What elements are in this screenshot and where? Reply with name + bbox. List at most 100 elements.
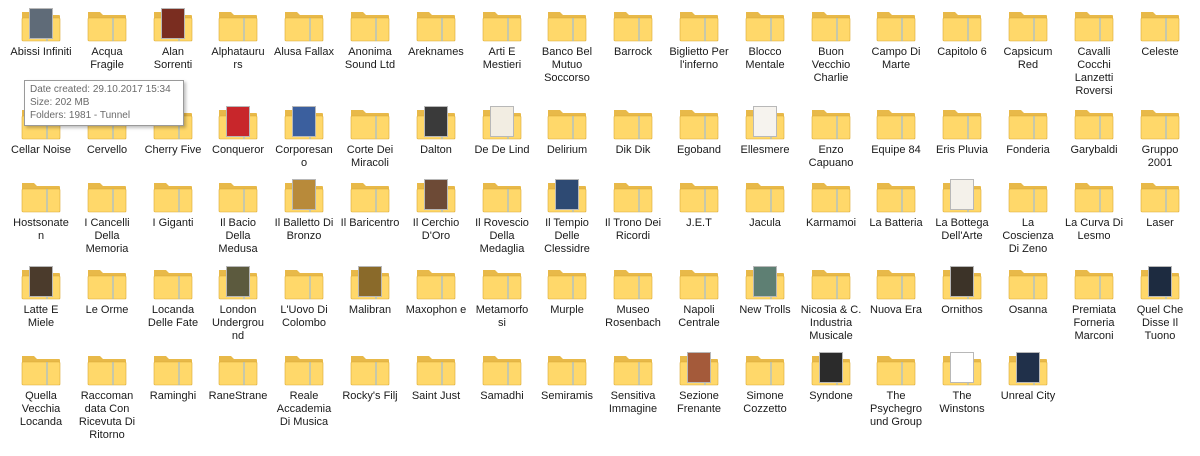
folder-item[interactable]: La Batteria — [865, 177, 927, 230]
folder-item[interactable]: Malibran — [339, 264, 401, 317]
tooltip-date-created: Date created: 29.10.2017 15:34 — [30, 84, 171, 95]
folder-item[interactable]: Conqueror — [207, 104, 269, 157]
folder-item[interactable]: J.E.T — [668, 177, 730, 230]
folder-item[interactable]: Maxophon e — [405, 264, 467, 317]
folder-item[interactable]: Napoli Centrale — [668, 264, 730, 330]
folder-item[interactable]: Equipe 84 — [865, 104, 927, 157]
folder-item[interactable]: Il Baricentro — [339, 177, 401, 230]
folder-icon — [545, 177, 589, 215]
folder-item[interactable]: Corporesan o — [273, 104, 335, 170]
folder-label: Rocky's Filj — [342, 390, 398, 402]
folder-item[interactable]: Gruppo 2001 — [1129, 104, 1191, 170]
folder-item[interactable]: Abissi Infiniti — [10, 6, 72, 59]
folder-item[interactable]: RaneStrane — [207, 350, 269, 403]
folder-item[interactable]: Karmamoi — [800, 177, 862, 230]
folder-item[interactable]: Saint Just — [405, 350, 467, 403]
folder-label: Conqueror — [212, 144, 264, 156]
folder-item[interactable]: Metamorfo si — [471, 264, 533, 330]
folder-item[interactable]: L'Uovo Di Colombo — [273, 264, 335, 330]
folder-item[interactable]: Ellesmere — [734, 104, 796, 157]
folder-item[interactable]: Raminghi — [142, 350, 204, 403]
folder-item[interactable]: Syndone — [800, 350, 862, 403]
folder-item[interactable]: Corte Dei Miracoli — [339, 104, 401, 170]
folder-item[interactable]: Hostsonate n — [10, 177, 72, 243]
folder-item[interactable]: De De Lind — [471, 104, 533, 157]
folder-item[interactable]: Celeste — [1129, 6, 1191, 59]
folder-item[interactable]: La Coscienza Di Zeno — [997, 177, 1059, 256]
folder-item[interactable]: Samadhi — [471, 350, 533, 403]
folder-item[interactable]: Dik Dik — [602, 104, 664, 157]
folder-item[interactable]: Biglietto Per l'inferno — [668, 6, 730, 72]
folder-item[interactable]: Il Balletto Di Bronzo — [273, 177, 335, 243]
folder-item[interactable]: Dalton — [405, 104, 467, 157]
folder-item[interactable]: Simone Cozzetto — [734, 350, 796, 416]
folder-item[interactable]: I Cancelli Della Memoria — [76, 177, 138, 256]
folder-item[interactable]: Enzo Capuano — [800, 104, 862, 170]
folder-item[interactable]: Ornithos — [931, 264, 993, 317]
folder-icon — [1072, 104, 1116, 142]
folder-item[interactable]: Nuova Era — [865, 264, 927, 317]
folder-item[interactable]: Buon Vecchio Charlie — [800, 6, 862, 85]
folder-item[interactable]: Areknames — [405, 6, 467, 59]
folder-label: Il Tempio Delle Clessidre — [544, 217, 590, 255]
folder-item[interactable]: Il Trono Dei Ricordi — [602, 177, 664, 243]
folder-item[interactable]: Quel Che Disse Il Tuono — [1129, 264, 1191, 343]
folder-item[interactable]: Jacula — [734, 177, 796, 230]
folder-item[interactable]: Capsicum Red — [997, 6, 1059, 72]
folder-label: London Undergrou nd — [212, 304, 264, 342]
folder-item[interactable]: Eris Pluvia — [931, 104, 993, 157]
folder-item[interactable]: The Psychegro und Group — [865, 350, 927, 429]
folder-item[interactable]: Sensitiva Immagine — [602, 350, 664, 416]
folder-item[interactable]: Latte E Miele — [10, 264, 72, 330]
folder-item[interactable]: New Trolls — [734, 264, 796, 317]
folder-item[interactable]: Raccoman data Con Ricevuta Di Ritorno — [76, 350, 138, 442]
folder-label: Cellar Noise — [11, 144, 71, 156]
folder-item[interactable]: Le Orme — [76, 264, 138, 317]
folder-item[interactable]: Arti E Mestieri — [471, 6, 533, 72]
folder-item[interactable]: Locanda Delle Fate — [142, 264, 204, 330]
folder-item[interactable]: Reale Accademia Di Musica — [273, 350, 335, 429]
folder-item[interactable]: Semiramis — [536, 350, 598, 403]
folder-icon — [940, 6, 984, 44]
folder-item[interactable]: Blocco Mentale — [734, 6, 796, 72]
folder-label: Banco Bel Mutuo Soccorso — [541, 46, 593, 84]
folder-item[interactable]: Fonderia — [997, 104, 1059, 157]
folder-item[interactable]: Delirium — [536, 104, 598, 157]
folder-item[interactable]: Anonima Sound Ltd — [339, 6, 401, 72]
folder-item[interactable]: Barrock — [602, 6, 664, 59]
folder-item[interactable]: London Undergrou nd — [207, 264, 269, 343]
folder-item[interactable]: Alphatauru rs — [207, 6, 269, 72]
folder-item[interactable]: Alan Sorrenti — [142, 6, 204, 72]
folder-item[interactable]: Garybaldi — [1063, 104, 1125, 157]
folder-item[interactable]: Nicosia & C. Industria Musicale — [800, 264, 862, 343]
folder-item[interactable]: Il Bacio Della Medusa — [207, 177, 269, 256]
folder-icon — [874, 177, 918, 215]
folder-item[interactable]: Campo Di Marte — [865, 6, 927, 72]
folder-item[interactable]: The Winstons — [931, 350, 993, 416]
folder-item[interactable]: Il Rovescio Della Medaglia — [471, 177, 533, 256]
folder-item[interactable]: Acqua Fragile — [76, 6, 138, 72]
folder-item[interactable]: Sezione Frenante — [668, 350, 730, 416]
folder-item[interactable]: I Giganti — [142, 177, 204, 230]
folder-item[interactable]: Il Tempio Delle Clessidre — [536, 177, 598, 256]
folder-item[interactable]: La Bottega Dell'Arte — [931, 177, 993, 243]
folder-item[interactable]: Laser — [1129, 177, 1191, 230]
folder-item[interactable]: Il Cerchio D'Oro — [405, 177, 467, 243]
folder-item[interactable]: Capitolo 6 — [931, 6, 993, 59]
folder-icon — [743, 177, 787, 215]
folder-item[interactable]: Rocky's Filj — [339, 350, 401, 403]
folder-item[interactable]: La Curva Di Lesmo — [1063, 177, 1125, 243]
folder-item[interactable]: Quella Vecchia Locanda — [10, 350, 72, 429]
folder-label: Acqua Fragile — [90, 46, 124, 71]
folder-item[interactable]: Cavalli Cocchi Lanzetti Roversi — [1063, 6, 1125, 98]
folder-item[interactable]: Osanna — [997, 264, 1059, 317]
folder-item[interactable]: Alusa Fallax — [273, 6, 335, 59]
folder-label: Alphatauru rs — [211, 46, 265, 71]
folder-item[interactable]: Egoband — [668, 104, 730, 157]
folder-item[interactable]: Premiata Forneria Marconi — [1063, 264, 1125, 343]
folder-item[interactable]: Murple — [536, 264, 598, 317]
folder-item[interactable]: Banco Bel Mutuo Soccorso — [536, 6, 598, 85]
folder-item[interactable]: Museo Rosenbach — [602, 264, 664, 330]
folder-item[interactable]: Unreal City — [997, 350, 1059, 403]
folder-icon — [348, 350, 392, 388]
